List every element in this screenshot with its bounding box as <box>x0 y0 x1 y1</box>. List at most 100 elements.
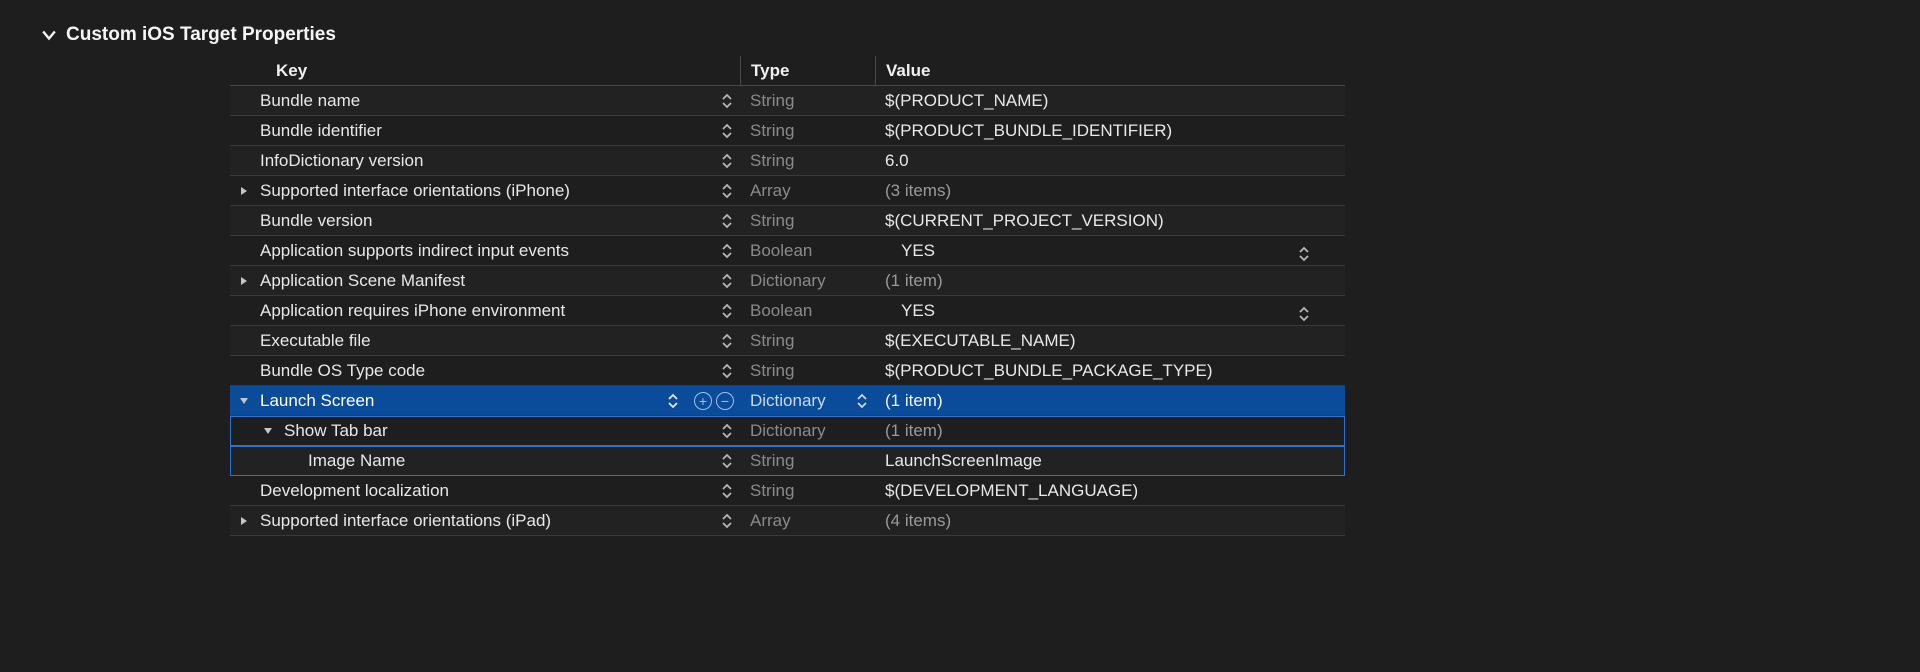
key-cell[interactable]: Bundle name <box>230 86 740 115</box>
stepper-icon[interactable] <box>855 392 869 410</box>
value-cell[interactable]: $(PRODUCT_NAME) <box>875 86 1345 115</box>
value-cell[interactable]: (1 item) <box>875 416 1345 445</box>
type-text: String <box>750 361 794 381</box>
key-cell[interactable]: InfoDictionary version <box>230 146 740 175</box>
value-cell[interactable]: YES <box>875 296 1345 325</box>
table-row[interactable]: Bundle versionString$(CURRENT_PROJECT_VE… <box>230 206 1345 236</box>
stepper-icon[interactable] <box>720 92 734 110</box>
type-cell[interactable]: Array <box>740 176 875 205</box>
key-cell[interactable]: Supported interface orientations (iPhone… <box>230 176 740 205</box>
key-cell[interactable]: Image Name <box>230 446 740 475</box>
value-cell[interactable]: $(DEVELOPMENT_LANGUAGE) <box>875 476 1345 505</box>
key-cell[interactable]: Bundle version <box>230 206 740 235</box>
type-text: String <box>750 91 794 111</box>
type-cell[interactable]: Boolean <box>740 236 875 265</box>
value-cell[interactable]: $(PRODUCT_BUNDLE_PACKAGE_TYPE) <box>875 356 1345 385</box>
value-cell[interactable]: $(EXECUTABLE_NAME) <box>875 326 1345 355</box>
stepper-icon[interactable] <box>720 482 734 500</box>
type-cell[interactable]: String <box>740 326 875 355</box>
stepper-icon[interactable] <box>666 392 680 410</box>
value-text: LaunchScreenImage <box>885 451 1345 471</box>
table-row[interactable]: Development localizationString $(DEVELOPM… <box>230 476 1345 506</box>
type-cell[interactable]: Dictionary <box>740 416 875 445</box>
type-cell[interactable]: Dictionary <box>740 266 875 295</box>
value-cell[interactable]: (1 item) <box>875 386 1345 415</box>
table-row[interactable]: Image Name String LaunchScreenImage <box>230 446 1345 476</box>
stepper-icon[interactable] <box>720 272 734 290</box>
stepper-icon[interactable] <box>1297 245 1311 263</box>
value-cell[interactable]: (1 item) <box>875 266 1345 295</box>
key-cell[interactable]: Application Scene Manifest <box>230 266 740 295</box>
add-remove-controls: +− <box>694 392 740 410</box>
chevron-right-icon[interactable] <box>236 186 252 196</box>
table-row[interactable]: Application requires iPhone environment B… <box>230 296 1345 326</box>
value-cell[interactable]: LaunchScreenImage <box>875 446 1345 475</box>
stepper-icon[interactable] <box>720 182 734 200</box>
table-row[interactable]: Bundle OS Type code String $(PRODUCT_BUNDL… <box>230 356 1345 386</box>
chevron-right-icon[interactable] <box>236 276 252 286</box>
stepper-icon[interactable] <box>720 122 734 140</box>
type-cell[interactable]: String <box>740 356 875 385</box>
type-text: Boolean <box>750 241 812 261</box>
table-row[interactable]: Executable fileString$(EXECUTABLE_NAME) <box>230 326 1345 356</box>
type-cell[interactable]: String <box>740 86 875 115</box>
stepper-icon[interactable] <box>720 332 734 350</box>
table-row[interactable]: Bundle name String $(PRODUCT_NAME) <box>230 86 1345 116</box>
value-cell[interactable]: $(CURRENT_PROJECT_VERSION) <box>875 206 1345 235</box>
header-type[interactable]: Type <box>740 56 875 85</box>
value-cell[interactable]: 6.0 <box>875 146 1345 175</box>
value-cell[interactable]: (3 items) <box>875 176 1345 205</box>
key-cell[interactable]: Bundle identifier <box>230 116 740 145</box>
key-text: Image Name <box>308 451 712 471</box>
type-cell[interactable]: String <box>740 116 875 145</box>
remove-button[interactable]: − <box>716 392 734 410</box>
section-header[interactable]: Custom iOS Target Properties <box>0 0 1920 56</box>
type-cell[interactable]: String <box>740 476 875 505</box>
value-cell[interactable]: YES <box>875 236 1345 265</box>
chevron-right-icon[interactable] <box>236 516 252 526</box>
value-text: (1 item) <box>885 271 1345 291</box>
type-cell[interactable]: String <box>740 146 875 175</box>
value-cell[interactable]: (4 items) <box>875 506 1345 535</box>
key-cell[interactable]: Supported interface orientations (iPad) <box>230 506 740 535</box>
header-key[interactable]: Key <box>230 56 740 85</box>
stepper-icon[interactable] <box>720 362 734 380</box>
key-cell[interactable]: Application supports indirect input even… <box>230 236 740 265</box>
key-text: Bundle name <box>260 91 712 111</box>
type-cell[interactable]: Dictionary <box>740 386 875 415</box>
type-text: Boolean <box>750 301 812 321</box>
table-row[interactable]: Bundle identifier String$(PRODUCT_BUNDLE_… <box>230 116 1345 146</box>
table-row[interactable]: Supported interface orientations (iPhone… <box>230 176 1345 206</box>
type-cell[interactable]: Array <box>740 506 875 535</box>
stepper-icon[interactable] <box>720 242 734 260</box>
key-text: Bundle identifier <box>260 121 712 141</box>
type-cell[interactable]: Boolean <box>740 296 875 325</box>
key-cell[interactable]: Development localization <box>230 476 740 505</box>
stepper-icon[interactable] <box>720 422 734 440</box>
type-cell[interactable]: String <box>740 446 875 475</box>
stepper-icon[interactable] <box>720 152 734 170</box>
key-cell[interactable]: Show Tab bar <box>230 416 740 445</box>
table-row[interactable]: Supported interface orientations (iPad)A… <box>230 506 1345 536</box>
stepper-icon[interactable] <box>720 212 734 230</box>
stepper-icon[interactable] <box>720 512 734 530</box>
key-cell[interactable]: Launch Screen+− <box>230 386 740 415</box>
stepper-icon[interactable] <box>720 452 734 470</box>
key-cell[interactable]: Bundle OS Type code <box>230 356 740 385</box>
value-text: $(DEVELOPMENT_LANGUAGE) <box>885 481 1345 501</box>
table-row[interactable]: Application Scene ManifestDictionary (1 i… <box>230 266 1345 296</box>
header-value[interactable]: Value <box>875 56 1345 85</box>
stepper-icon[interactable] <box>1297 305 1311 323</box>
table-row[interactable]: InfoDictionary versionString6.0 <box>230 146 1345 176</box>
stepper-icon[interactable] <box>720 302 734 320</box>
table-row[interactable]: Launch Screen+−Dictionary(1 item) <box>230 386 1345 416</box>
type-cell[interactable]: String <box>740 206 875 235</box>
chevron-down-icon[interactable] <box>260 426 276 436</box>
table-row[interactable]: Show Tab barDictionary(1 item) <box>230 416 1345 446</box>
value-cell[interactable]: $(PRODUCT_BUNDLE_IDENTIFIER) <box>875 116 1345 145</box>
key-cell[interactable]: Application requires iPhone environment <box>230 296 740 325</box>
table-row[interactable]: Application supports indirect input even… <box>230 236 1345 266</box>
add-button[interactable]: + <box>694 392 712 410</box>
chevron-down-icon[interactable] <box>236 396 252 406</box>
key-cell[interactable]: Executable file <box>230 326 740 355</box>
